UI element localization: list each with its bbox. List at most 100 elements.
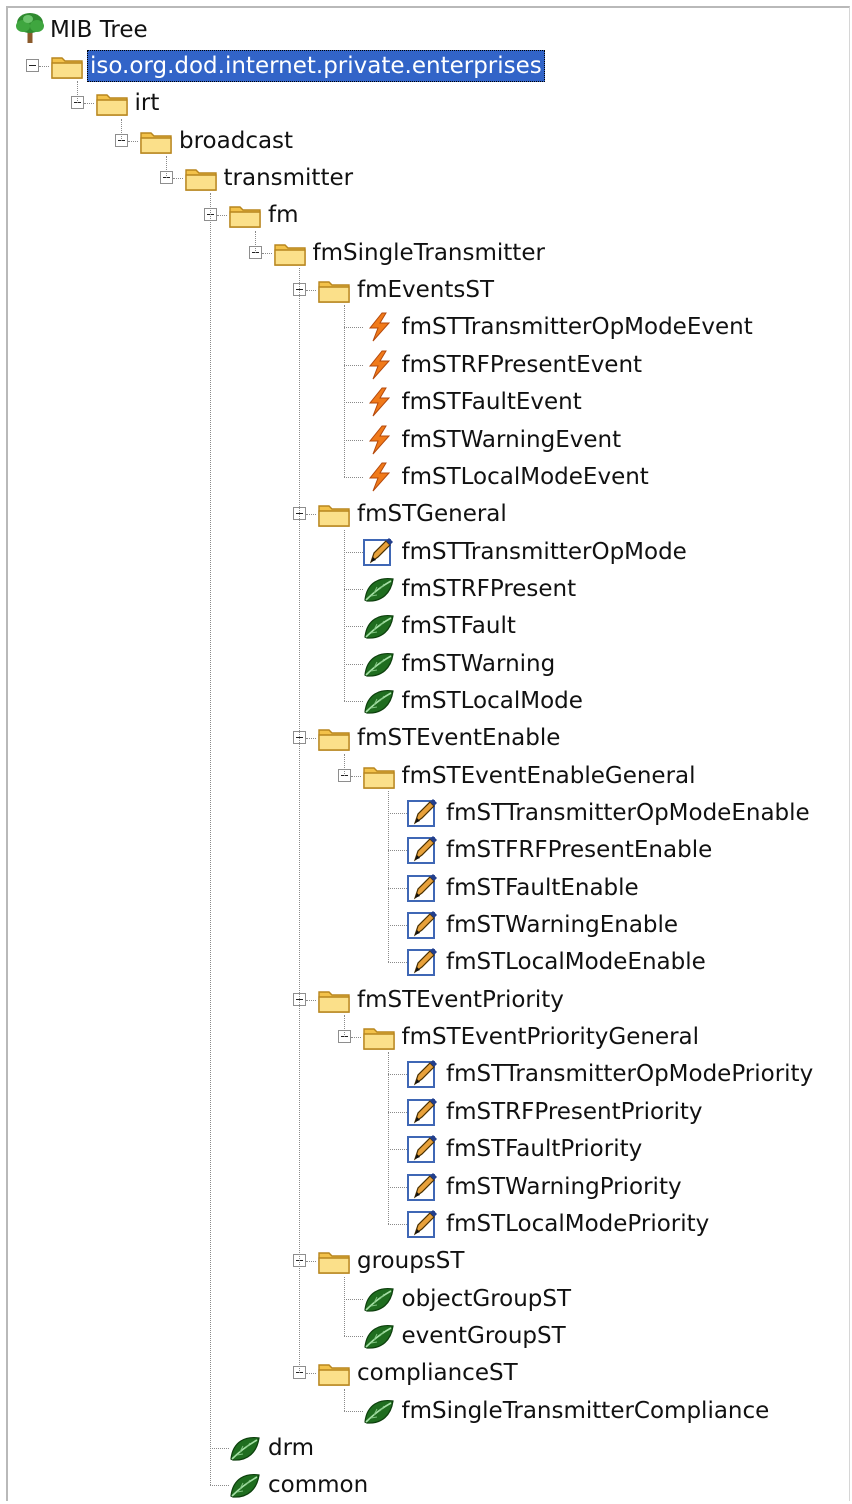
tree-row-eventgroupst[interactable]: eventGroupST <box>0 1318 852 1355</box>
tree-connector <box>343 588 363 590</box>
tree-node-label[interactable]: fmSTRFPresentPriority <box>443 1096 706 1128</box>
tree-row-fmstfrfpresentenable[interactable]: fmSTFRFPresentEnable <box>0 832 852 869</box>
tree-node-label[interactable]: fmSTTransmitterOpMode <box>399 536 690 568</box>
tree-node-label[interactable]: groupsST <box>354 1245 467 1277</box>
tree-node-label[interactable]: complianceST <box>354 1357 521 1389</box>
tree-connector <box>388 850 407 852</box>
tree-node-label[interactable]: fmSTGeneral <box>354 498 510 530</box>
tree-node-label[interactable]: fmSTFault <box>399 610 519 642</box>
tree-node-label[interactable]: fmSTWarningEnable <box>443 909 681 941</box>
tree-row-fmsteventpriority[interactable]: fmSTEventPriority <box>0 982 852 1019</box>
tree-connector <box>128 140 138 142</box>
tree-row-fmeventsst[interactable]: fmEventsST <box>0 272 852 309</box>
tree-node-label[interactable]: fmSTFaultEnable <box>443 872 642 904</box>
tree-node-label[interactable]: fmSTEventEnable <box>354 722 563 754</box>
tree-row-fmsteventenablegeneral[interactable]: fmSTEventEnableGeneral <box>0 758 852 795</box>
tree-row-fmsingletransmitter[interactable]: fmSingleTransmitter <box>0 235 852 272</box>
tree-connector <box>306 738 316 740</box>
tree-node-label[interactable]: fmSTFRFPresentEnable <box>443 834 715 866</box>
tree-row-fmstlocalmodeevent[interactable]: fmSTLocalModeEvent <box>0 459 852 496</box>
tree-row-fmsteventenable[interactable]: fmSTEventEnable <box>0 720 852 757</box>
tree-row-transmitter[interactable]: transmitter <box>0 160 852 197</box>
tree-node-label[interactable]: irt <box>132 87 163 119</box>
tree-node-label[interactable]: fmSTTransmitterOpModePriority <box>443 1058 816 1090</box>
writable-pen-icon <box>406 910 440 940</box>
tree-node-label[interactable]: objectGroupST <box>399 1283 575 1315</box>
tree-node-label[interactable]: fmSTTransmitterOpModeEvent <box>399 311 756 343</box>
tree-row-fmstrfpresentevent[interactable]: fmSTRFPresentEvent <box>0 347 852 384</box>
tree-node-label[interactable]: fmSTEventPriority <box>354 984 567 1016</box>
tree-row-fmstlocalmodeenable[interactable]: fmSTLocalModeEnable <box>0 944 852 981</box>
tree-node-label[interactable]: drm <box>265 1432 317 1464</box>
tree-node-label[interactable]: fmSTLocalModeEnable <box>443 946 709 978</box>
tree-node-label[interactable]: fmSTRFPresentEvent <box>399 349 646 381</box>
tree-connector <box>261 252 272 254</box>
tree-node-label[interactable]: broadcast <box>176 125 296 157</box>
writable-pen-icon <box>406 1172 440 1202</box>
tree-row-fmstgeneral[interactable]: fmSTGeneral <box>0 496 852 533</box>
tree-node-label[interactable]: fmSingleTransmitterCompliance <box>399 1395 773 1427</box>
tree-node-label[interactable]: fmSTLocalModePriority <box>443 1208 712 1240</box>
tree-row-fmstfault[interactable]: fmSTFault <box>0 608 852 645</box>
tree-row-broadcast[interactable]: broadcast <box>0 123 852 160</box>
tree-node-label[interactable]: fmSTWarning <box>399 648 559 680</box>
tree-connector <box>388 1074 407 1076</box>
tree-connector <box>350 1037 361 1039</box>
leaf-icon <box>362 611 396 641</box>
tree-connector <box>210 1447 229 1449</box>
tree-connector <box>306 1261 316 1263</box>
tree-row-fmsttransmitteropmode[interactable]: fmSTTransmitterOpMode <box>0 534 852 571</box>
tree-row-fmstfaultevent[interactable]: fmSTFaultEvent <box>0 384 852 421</box>
tree-row-fm[interactable]: fm <box>0 197 852 234</box>
tree-row-compliancest[interactable]: complianceST <box>0 1355 852 1392</box>
tree-node-label[interactable]: eventGroupST <box>399 1320 569 1352</box>
tree-row-groupsst[interactable]: groupsST <box>0 1243 852 1280</box>
tree-row-fmsttransmitteropmodeevent[interactable]: fmSTTransmitterOpModeEvent <box>0 309 852 346</box>
tree-row-objectgroupst[interactable]: objectGroupST <box>0 1281 852 1318</box>
collapse-toggle[interactable] <box>26 59 39 72</box>
tree-row-fmstfaultenable[interactable]: fmSTFaultEnable <box>0 870 852 907</box>
tree-row-fmsingletransmittercompliance[interactable]: fmSingleTransmitterCompliance <box>0 1393 852 1430</box>
leaf-icon <box>228 1433 262 1463</box>
leaf-icon <box>362 1321 396 1351</box>
leaf-icon <box>362 574 396 604</box>
tree-connector <box>343 1298 363 1300</box>
tree-row-fmstrfpresentpriority[interactable]: fmSTRFPresentPriority <box>0 1094 852 1131</box>
tree-node-label[interactable]: common <box>265 1469 371 1501</box>
tree-row-fmsttransmitteropmodepriority[interactable]: fmSTTransmitterOpModePriority <box>0 1056 852 1093</box>
folder-icon <box>184 163 218 193</box>
tree-row-fmstfaultpriority[interactable]: fmSTFaultPriority <box>0 1131 852 1168</box>
tree-row-fmsteventprioritygeneral[interactable]: fmSTEventPriorityGeneral <box>0 1019 852 1056</box>
tree-row-fmstwarning[interactable]: fmSTWarning <box>0 646 852 683</box>
tree-node-label[interactable]: fmSTFaultPriority <box>443 1133 645 1165</box>
tree-row-fmsttransmitteropmodeenable[interactable]: fmSTTransmitterOpModeEnable <box>0 795 852 832</box>
tree-node-label[interactable]: fmSTEventPriorityGeneral <box>399 1021 703 1053</box>
tree-row-common[interactable]: common <box>0 1467 852 1504</box>
tree-node-label[interactable]: fmEventsST <box>354 274 497 306</box>
tree-connector <box>254 230 256 253</box>
tree-connector <box>343 305 345 477</box>
tree-row-fmstwarningpriority[interactable]: fmSTWarningPriority <box>0 1169 852 1206</box>
tree-row-iso-org-dod-internet-private-enterprises[interactable]: iso.org.dod.internet.private.enterprises <box>0 48 852 85</box>
tree-node-label[interactable]: transmitter <box>221 162 357 194</box>
tree-connector <box>343 1388 345 1411</box>
tree-node-label[interactable]: fmSingleTransmitter <box>310 237 548 269</box>
tree-row-fmstwarningenable[interactable]: fmSTWarningEnable <box>0 907 852 944</box>
tree-row-fmstlocalmode[interactable]: fmSTLocalMode <box>0 683 852 720</box>
writable-pen-icon <box>406 1097 440 1127</box>
tree-node-label[interactable]: fmSTLocalModeEvent <box>399 461 652 493</box>
tree-node-label[interactable]: fmSTRFPresent <box>399 573 580 605</box>
tree-row-fmstwarningevent[interactable]: fmSTWarningEvent <box>0 422 852 459</box>
tree-node-label[interactable]: fmSTFaultEvent <box>399 386 585 418</box>
tree-node-label[interactable]: fmSTWarningPriority <box>443 1171 685 1203</box>
tree-row-fmstrfpresent[interactable]: fmSTRFPresent <box>0 571 852 608</box>
tree-node-label[interactable]: fmSTLocalMode <box>399 685 586 717</box>
tree-node-label[interactable]: fm <box>265 199 302 231</box>
tree-row-irt[interactable]: irt <box>0 85 852 122</box>
tree-node-label[interactable]: fmSTTransmitterOpModeEnable <box>443 797 813 829</box>
tree-node-label[interactable]: fmSTEventEnableGeneral <box>399 760 699 792</box>
tree-row-fmstlocalmodepriority[interactable]: fmSTLocalModePriority <box>0 1206 852 1243</box>
tree-row-drm[interactable]: drm <box>0 1430 852 1467</box>
tree-node-label[interactable]: iso.org.dod.internet.private.enterprises <box>87 50 545 82</box>
tree-node-label[interactable]: fmSTWarningEvent <box>399 424 625 456</box>
